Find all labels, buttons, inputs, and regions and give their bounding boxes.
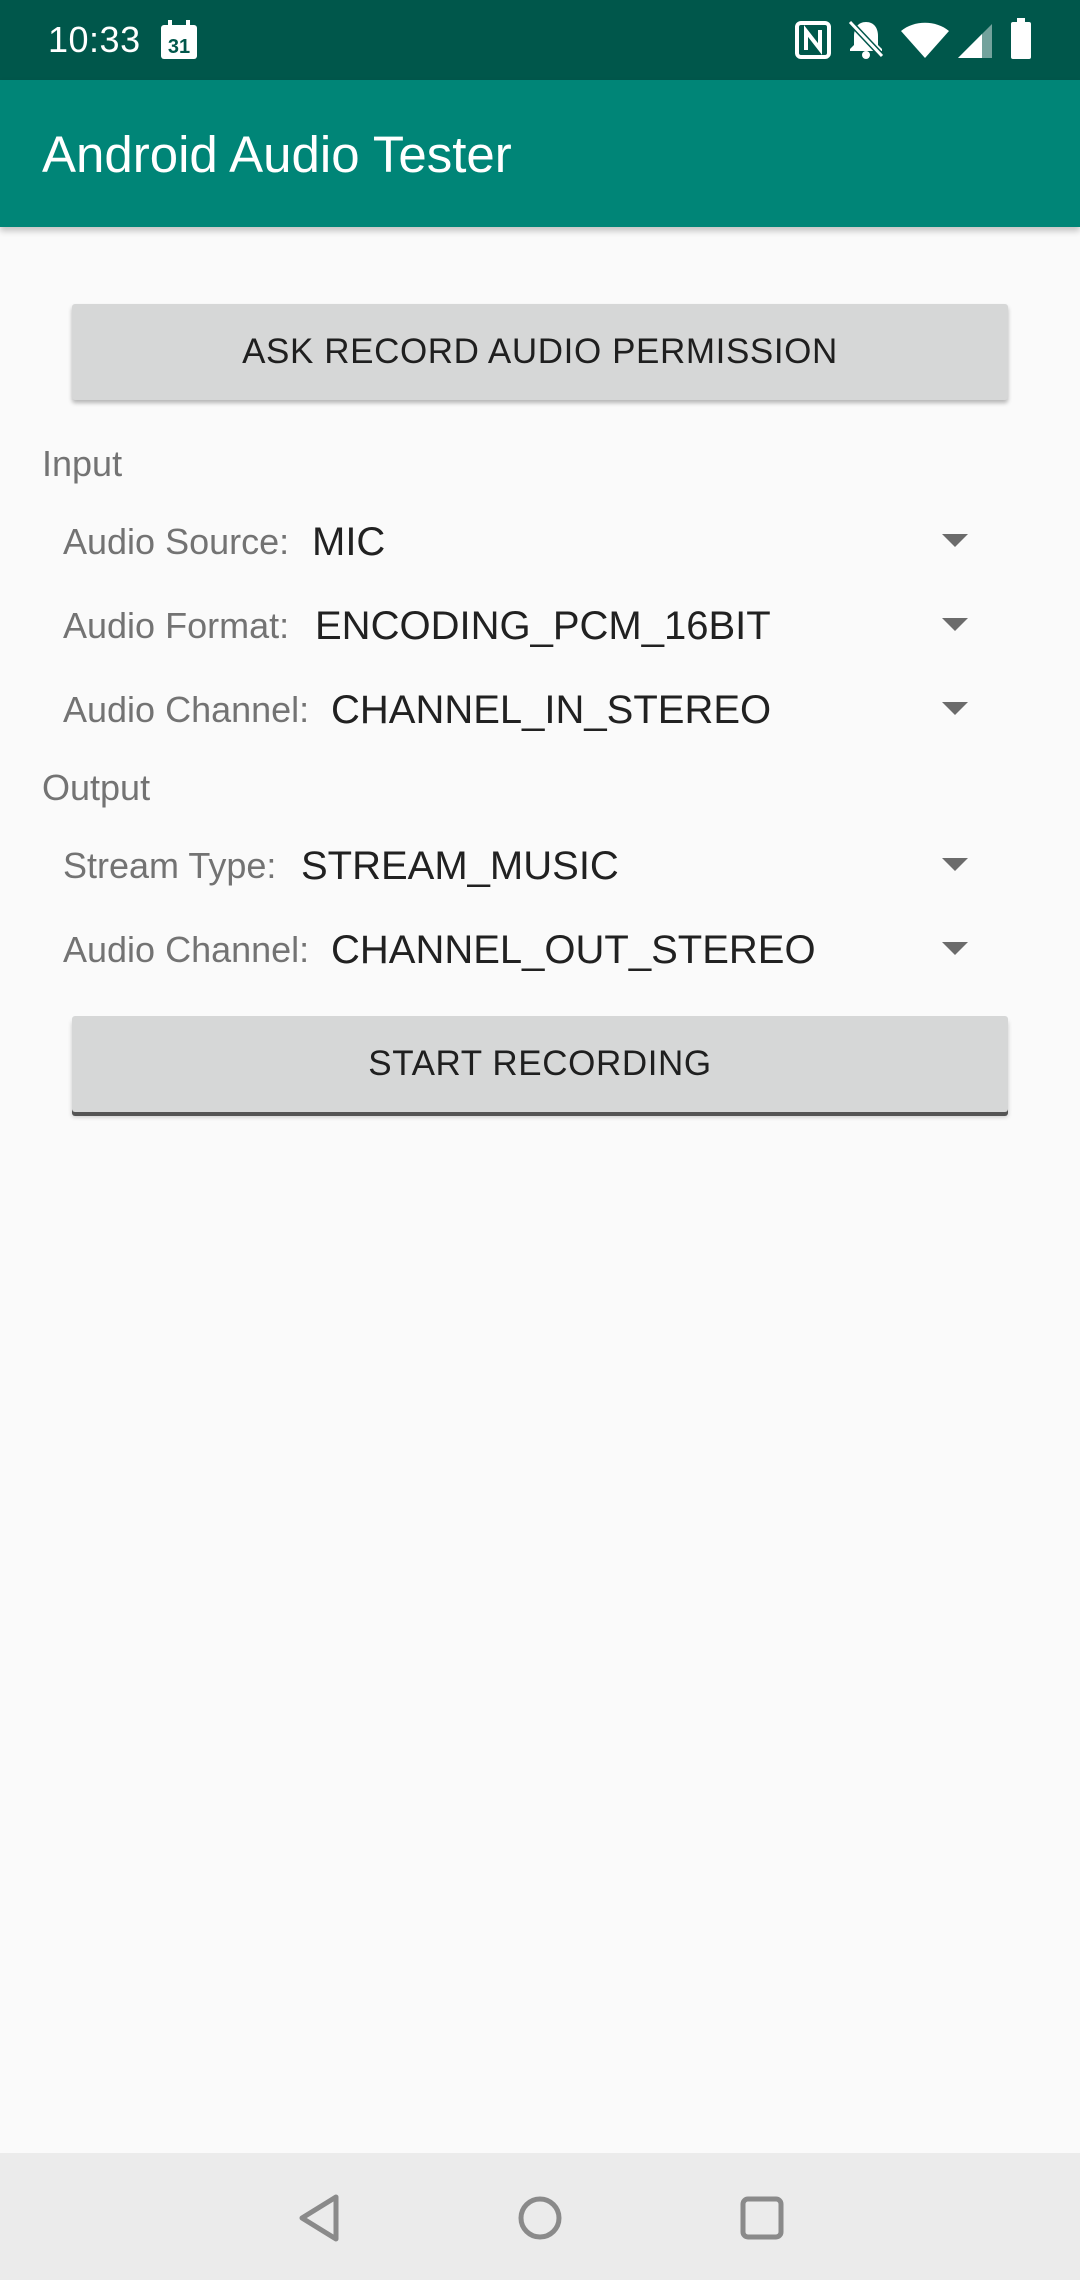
input-audio-channel-label: Audio Channel:: [63, 689, 310, 730]
audio-format-spinner[interactable]: ENCODING_PCM_16BIT: [315, 586, 1080, 666]
stream-type-row: Stream Type: STREAM_MUSIC: [0, 826, 1080, 906]
audio-source-row: Audio Source: MIC: [0, 502, 1080, 582]
ask-record-audio-permission-button[interactable]: ASK RECORD AUDIO PERMISSION: [72, 304, 1008, 400]
output-audio-channel-row: Audio Channel: CHANNEL_OUT_STEREO: [0, 910, 1080, 990]
calendar-icon: 31: [161, 20, 197, 59]
audio-format-value: ENCODING_PCM_16BIT: [315, 604, 771, 648]
audio-format-label: Audio Format:: [63, 605, 290, 646]
battery-icon: [1011, 18, 1031, 59]
output-audio-channel-label: Audio Channel:: [63, 929, 310, 970]
dropdown-arrow-icon: [942, 858, 968, 871]
start-recording-button[interactable]: START RECORDING: [72, 1016, 1008, 1112]
status-time: 10:33: [48, 19, 141, 60]
app-bar: Android Audio Tester: [0, 80, 1080, 227]
dropdown-arrow-icon: [942, 534, 968, 547]
input-section-label: Input: [42, 443, 123, 484]
nfc-icon: [795, 21, 831, 59]
back-icon[interactable]: [276, 2173, 366, 2263]
app-title: Android Audio Tester: [42, 126, 512, 183]
stream-type-spinner[interactable]: STREAM_MUSIC: [301, 826, 1080, 906]
status-bar: 10:33 31: [0, 0, 1080, 80]
notifications-off-icon: [847, 19, 885, 59]
signal-icon: [958, 24, 992, 58]
dropdown-arrow-icon: [942, 702, 968, 715]
dropdown-arrow-icon: [942, 942, 968, 955]
audio-source-value: MIC: [312, 520, 386, 564]
audio-source-spinner[interactable]: MIC: [312, 502, 1080, 582]
recents-icon[interactable]: [717, 2173, 807, 2263]
home-icon[interactable]: [495, 2173, 585, 2263]
input-audio-channel-value: CHANNEL_IN_STEREO: [331, 688, 772, 732]
calendar-day: 31: [168, 36, 190, 58]
wifi-icon: [901, 22, 949, 58]
audio-source-label: Audio Source:: [63, 521, 290, 562]
stream-type-label: Stream Type:: [63, 845, 277, 886]
input-audio-channel-row: Audio Channel: CHANNEL_IN_STEREO: [0, 670, 1080, 750]
audio-format-row: Audio Format: ENCODING_PCM_16BIT: [0, 586, 1080, 666]
stream-type-value: STREAM_MUSIC: [301, 844, 619, 888]
output-section-label: Output: [42, 767, 151, 808]
output-audio-channel-value: CHANNEL_OUT_STEREO: [331, 928, 816, 972]
output-audio-channel-spinner[interactable]: CHANNEL_OUT_STEREO: [331, 910, 1080, 990]
input-audio-channel-spinner[interactable]: CHANNEL_IN_STEREO: [331, 670, 1080, 750]
dropdown-arrow-icon: [942, 618, 968, 631]
navigation-bar: [0, 2153, 1080, 2280]
